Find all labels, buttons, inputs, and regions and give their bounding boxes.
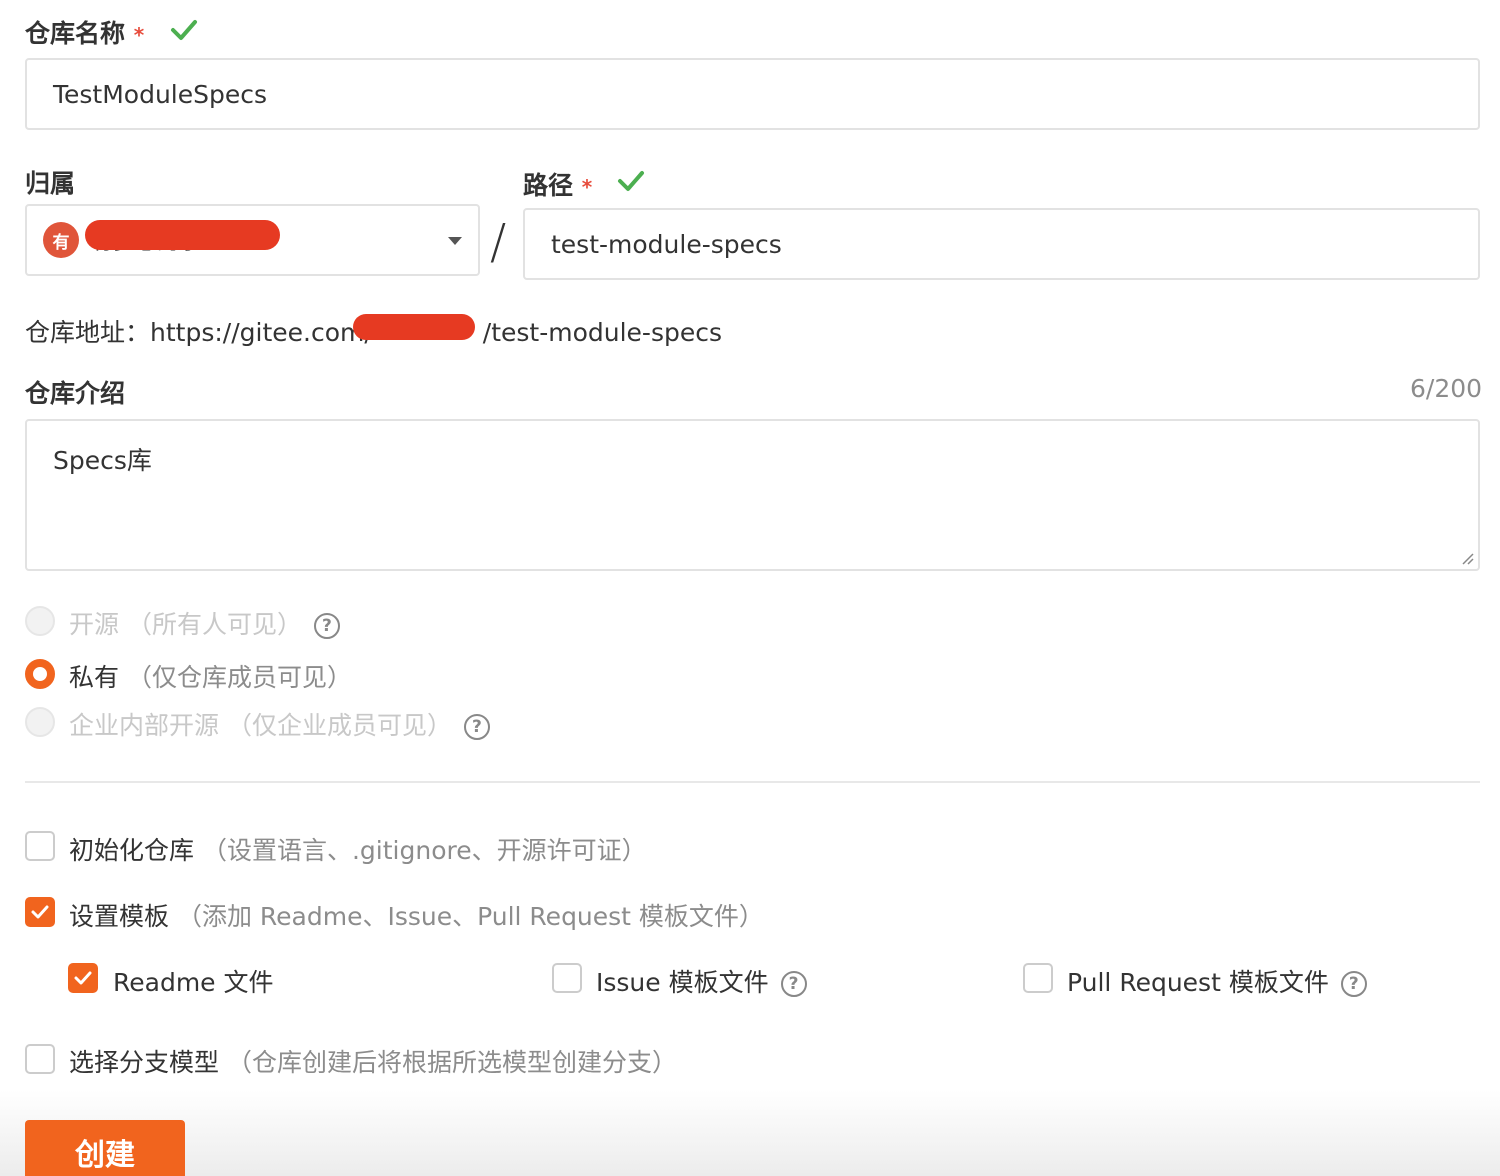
init-repo-label[interactable]: 初始化仓库 （设置语言、.gitignore、开源许可证） (69, 831, 647, 867)
bottom-fade (0, 1090, 1500, 1176)
readme-checkbox[interactable] (68, 963, 98, 993)
template-checkbox[interactable] (25, 897, 55, 927)
radio-open-source-label: 开源 （所有人可见） ? (69, 605, 340, 641)
help-icon[interactable]: ? (313, 613, 340, 639)
init-repo-checkbox[interactable] (25, 831, 55, 861)
required-mark: * (133, 23, 145, 47)
required-mark: * (581, 175, 593, 199)
create-button[interactable]: 创建 (25, 1120, 185, 1176)
redaction-mark (85, 220, 280, 250)
help-icon[interactable]: ? (780, 971, 807, 997)
branch-model-checkbox[interactable] (25, 1044, 55, 1074)
repo-name-input[interactable]: TestModuleSpecs (25, 58, 1480, 130)
chevron-down-icon (448, 237, 462, 245)
radio-open-source (25, 606, 55, 636)
path-label: 路径 * (523, 171, 593, 200)
owner-label: 归属 (25, 169, 76, 198)
pr-template-label[interactable]: Pull Request 模板文件 ? (1067, 963, 1367, 999)
readme-label[interactable]: Readme 文件 (113, 963, 274, 999)
checkmark-icon (31, 905, 49, 919)
radio-enterprise-label: 企业内部开源 （仅企业成员可见） ? (69, 706, 490, 742)
divider (25, 781, 1480, 783)
path-separator: / (490, 214, 507, 270)
branch-model-label[interactable]: 选择分支模型 （仓库创建后将根据所选模型创建分支） (69, 1043, 677, 1079)
template-label[interactable]: 设置模板 （添加 Readme、Issue、Pull Request 模板文件） (69, 897, 764, 933)
help-icon[interactable]: ? (463, 714, 490, 740)
radio-private[interactable] (25, 659, 55, 689)
radio-private-label[interactable]: 私有 （仅仓库成员可见） (69, 658, 352, 694)
issue-template-checkbox[interactable] (552, 963, 582, 993)
issue-template-label[interactable]: Issue 模板文件 ? (596, 963, 807, 999)
resize-handle-icon[interactable] (1460, 551, 1474, 565)
valid-check-icon (171, 20, 197, 40)
valid-check-icon (618, 171, 644, 191)
checkmark-icon (74, 971, 92, 985)
radio-enterprise (25, 707, 55, 737)
owner-select[interactable]: 有 有多思的小... (25, 204, 480, 276)
description-textarea[interactable]: Specs库 (25, 419, 1480, 571)
repo-name-label: 仓库名称 * (25, 19, 145, 48)
owner-avatar: 有 (43, 222, 79, 258)
char-counter: 6/200 (1410, 374, 1483, 403)
pr-template-checkbox[interactable] (1023, 963, 1053, 993)
path-input[interactable]: test-module-specs (523, 208, 1480, 280)
help-icon[interactable]: ? (1340, 971, 1367, 997)
description-label: 仓库介绍 (25, 379, 126, 408)
redaction-mark (353, 314, 475, 340)
